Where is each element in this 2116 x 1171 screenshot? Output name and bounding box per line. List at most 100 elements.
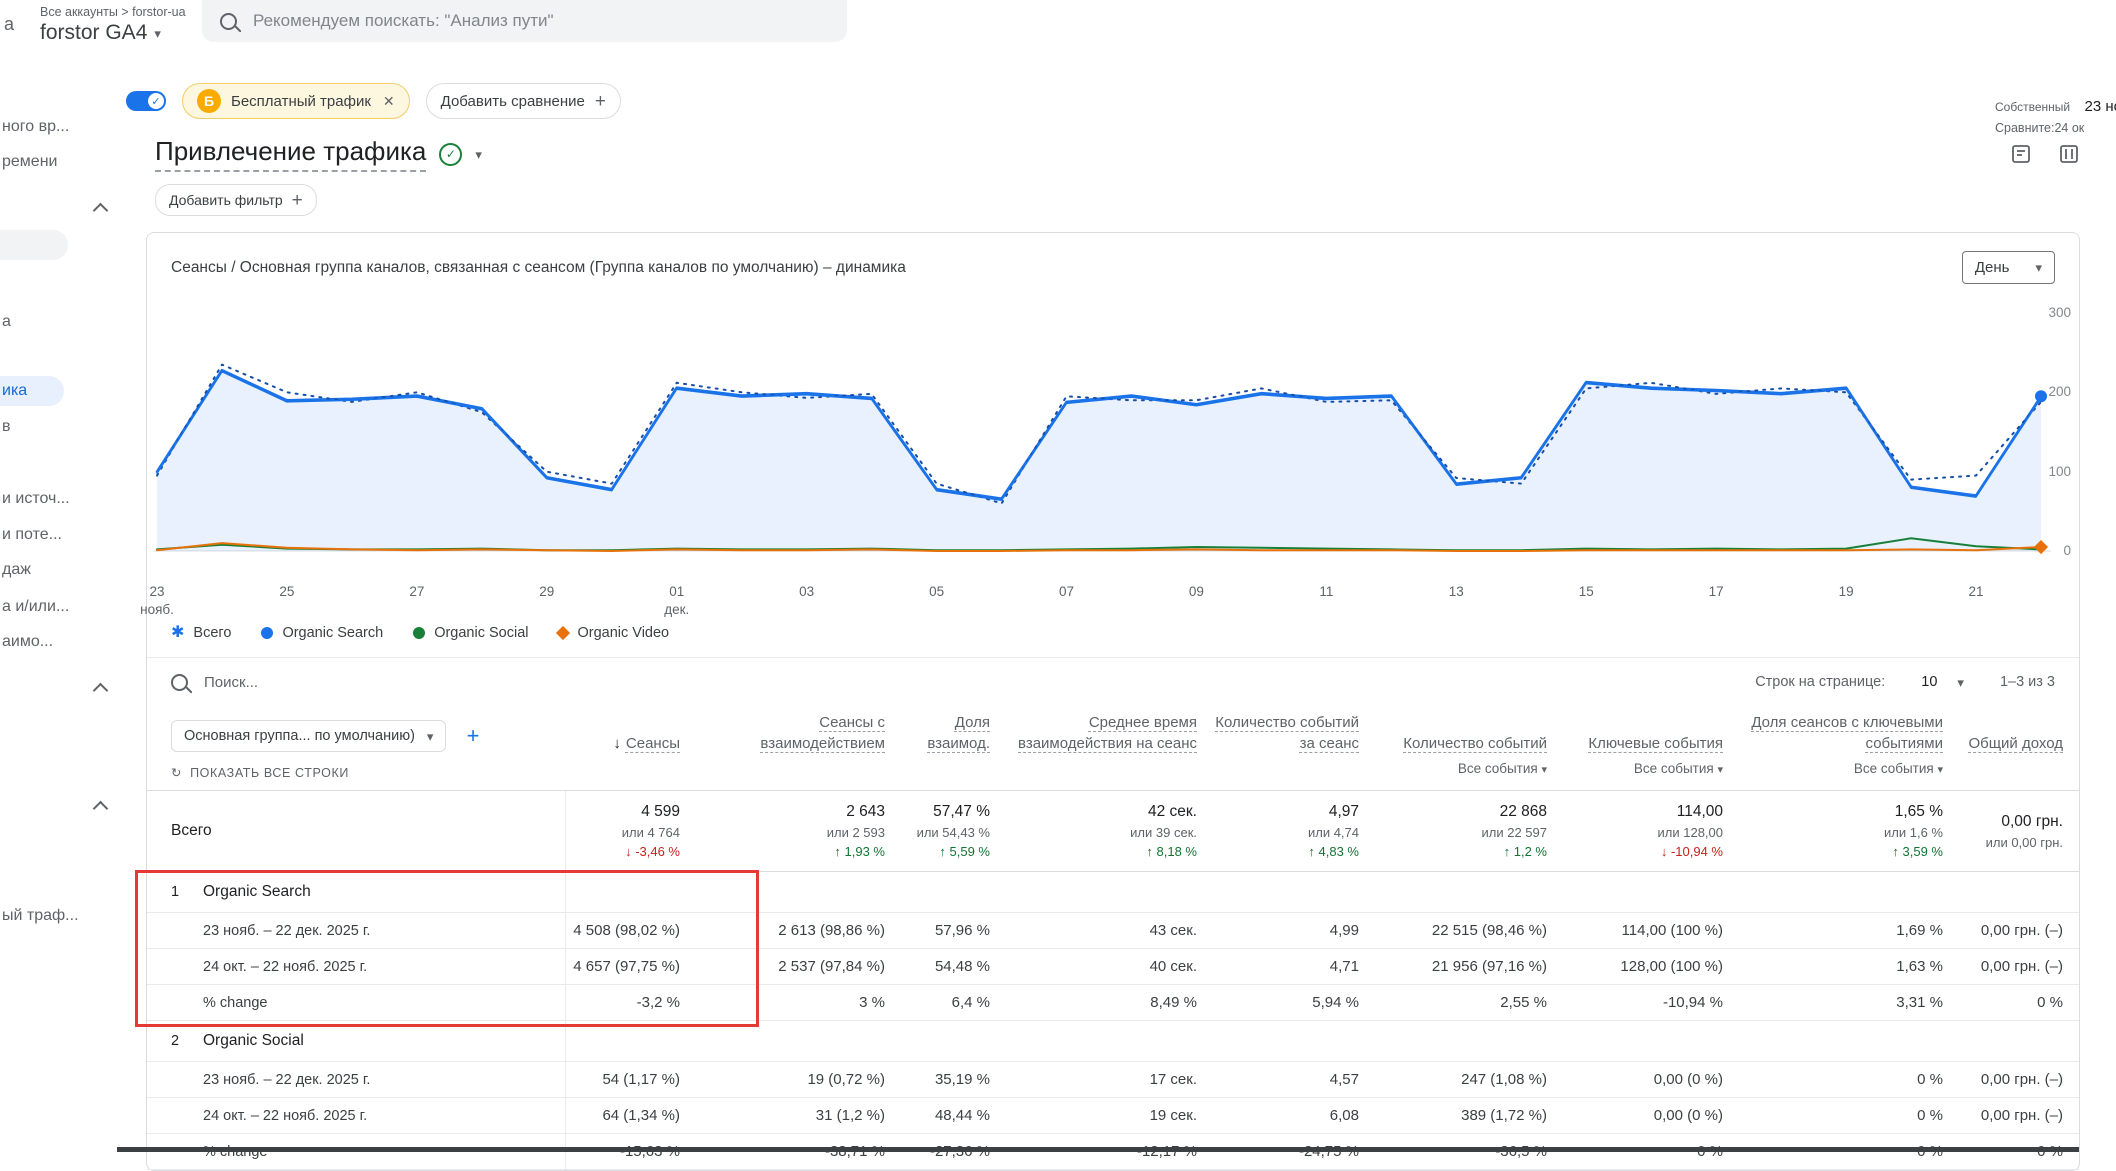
add-dimension-button[interactable]: + <box>467 723 480 748</box>
group-row-organic-search[interactable]: 1Organic Search <box>147 872 2079 913</box>
table-row[interactable]: 23 нояб. – 22 дек. 2025 г.4 508 (98,02 %… <box>147 913 2079 949</box>
sidebar-item[interactable]: даж <box>0 555 116 585</box>
sidebar-collapse-chevron[interactable] <box>0 673 116 703</box>
table-row[interactable]: 24 окт. – 22 нояб. 2025 г.4 657 (97,75 %… <box>147 949 2079 985</box>
segment-badge: Б <box>197 89 221 113</box>
column-header[interactable]: Количество событий Все события ▾ <box>1375 706 1563 791</box>
x-axis-tick: 13 <box>1449 583 1464 601</box>
comparison-toggle[interactable]: ✓ <box>126 91 166 111</box>
metric-cell: 54 (1,17 %) <box>565 1062 696 1098</box>
table-row[interactable]: 24 окт. – 22 нояб. 2025 г.64 (1,34 %)31 … <box>147 1098 2079 1134</box>
insights-icon[interactable] <box>2010 143 2032 165</box>
global-search-bar[interactable] <box>202 0 847 42</box>
close-icon[interactable]: ✕ <box>383 93 395 110</box>
metric-cell: 54,48 % <box>901 949 1006 985</box>
caret-down-icon: ▾ <box>1937 764 1943 776</box>
table-row[interactable]: % change-3,2 %3 %6,4 %8,49 %5,94 %2,55 %… <box>147 985 2079 1021</box>
legend-asterisk-icon: ✱ <box>171 625 184 641</box>
sort-desc-icon: ↓ <box>613 735 621 752</box>
column-label: Доля сеансов с ключевыми событиями <box>1751 714 1943 752</box>
sidebar-item[interactable]: ремени <box>0 147 116 177</box>
sidebar-item[interactable]: ного вр... <box>0 112 116 142</box>
x-axis-tick: 17 <box>1709 583 1724 601</box>
show-all-rows-button[interactable]: ↻ ПОКАЗАТЬ ВСЕ СТРОКИ <box>171 765 549 780</box>
sidebar-item[interactable]: а и/или... <box>0 592 116 622</box>
events-filter-dropdown[interactable]: Все события ▾ <box>1634 761 1723 776</box>
x-axis-tick: 11 <box>1319 583 1333 601</box>
customize-report-icon[interactable] <box>2058 143 2080 165</box>
dimension-column-header: Основная группа... по умолчанию) ▾ + ↻ П… <box>147 706 565 791</box>
sidebar-item[interactable]: аимо... <box>0 627 116 657</box>
column-header[interactable]: Сеансы с взаимодействием <box>696 706 901 791</box>
breadcrumb[interactable]: Все аккаунты > forstor-ua <box>40 5 186 19</box>
sidebar-item[interactable]: а <box>0 307 116 337</box>
x-axis-tick: 25 <box>279 583 294 601</box>
column-label: Общий доход <box>1968 735 2063 752</box>
row-period-label: 23 нояб. – 22 дек. 2025 г. <box>147 913 565 949</box>
metric-cell: 0,00 грн. (–) <box>1959 949 2079 985</box>
legend-item-organic-search[interactable]: Organic Search <box>261 625 383 641</box>
group-row-organic-social[interactable]: 2Organic Social <box>147 1021 2079 1062</box>
column-label: Количество событий <box>1403 735 1547 752</box>
metric-cell: 35,19 % <box>901 1062 1006 1098</box>
legend-item-organic-video[interactable]: Organic Video <box>558 625 669 641</box>
table-row[interactable]: 23 нояб. – 22 дек. 2025 г.54 (1,17 %)19 … <box>147 1062 2079 1098</box>
date-range-display[interactable]: Собственный 23 нояб Сравните:24 ок <box>1995 98 2116 135</box>
legend-item-всего[interactable]: ✱Всего <box>171 625 231 641</box>
data-table: Основная группа... по умолчанию) ▾ + ↻ П… <box>147 706 2079 1170</box>
account-switcher[interactable]: forstor GA4 ▾ <box>40 21 186 45</box>
sidebar-item-active[interactable]: ика <box>0 376 64 406</box>
add-comparison-button[interactable]: Добавить сравнение + <box>426 83 621 119</box>
sidebar-item-pill[interactable] <box>0 230 68 260</box>
column-header[interactable]: Общий доход <box>1959 706 2079 791</box>
table-row-totals: Всего4 599или 4 764↓ -3,46 %2 643или 2 5… <box>147 791 2079 872</box>
metric-cell: 57,96 % <box>901 913 1006 949</box>
column-header[interactable]: Среднее время взаимодействия на сеанс <box>1006 706 1213 791</box>
x-axis-tick: 03 <box>799 583 814 601</box>
x-axis-tick: 09 <box>1189 583 1204 601</box>
granularity-select[interactable]: День ▾ <box>1962 251 2055 284</box>
sidebar-item[interactable]: в <box>0 412 116 442</box>
report-check-icon: ✓ <box>439 143 462 166</box>
comparison-controls-row: ✓ Б Бесплатный трафик ✕ Добавить сравнен… <box>116 82 2116 120</box>
segment-chip-free-traffic[interactable]: Б Бесплатный трафик ✕ <box>182 83 410 119</box>
column-header[interactable]: Количество событий за сеанс <box>1213 706 1375 791</box>
x-axis-tick: 05 <box>929 583 944 601</box>
row-period-label: 23 нояб. – 22 дек. 2025 г. <box>147 1062 565 1098</box>
events-filter-dropdown[interactable]: Все события ▾ <box>1458 761 1547 776</box>
totals-metric: 22 868или 22 597↑ 1,2 % <box>1375 791 1563 872</box>
sidebar-collapse-chevron[interactable] <box>0 193 116 223</box>
sidebar-item[interactable]: и источ... <box>0 484 116 514</box>
search-icon <box>220 13 237 30</box>
page-title[interactable]: Привлечение трафика <box>155 136 426 172</box>
sidebar-item[interactable]: ый траф... <box>0 901 116 931</box>
metric-cell: 0 % <box>1739 1062 1959 1098</box>
caret-down-icon: ▾ <box>2035 261 2042 274</box>
column-header[interactable]: Ключевые событияВсе события ▾ <box>1563 706 1739 791</box>
line-chart: 0100200300 <box>147 299 2079 579</box>
sidebar-collapse-chevron[interactable] <box>0 791 116 821</box>
events-filter-dropdown[interactable]: Все события ▾ <box>1854 761 1943 776</box>
table-search-input[interactable] <box>202 673 526 692</box>
metric-cell: 31 (1,2 %) <box>696 1098 901 1134</box>
global-search-input[interactable] <box>251 10 829 32</box>
caret-down-icon[interactable]: ▾ <box>475 148 482 161</box>
top-app-bar: а Все аккаунты > forstor-ua forstor GA4 … <box>0 0 2116 56</box>
metric-cell: 247 (1,08 %) <box>1375 1062 1563 1098</box>
metric-cell: 48,44 % <box>901 1098 1006 1134</box>
column-header[interactable]: Доля взаимод. <box>901 706 1006 791</box>
column-label: Количество событий за сеанс <box>1215 714 1359 752</box>
column-header[interactable]: ↓Сеансы <box>565 706 696 791</box>
caret-down-icon: ▾ <box>1717 764 1723 776</box>
table-search[interactable] <box>171 673 1755 692</box>
bottom-edge-bar[interactable] <box>117 1147 2079 1152</box>
column-header[interactable]: Доля сеансов с ключевыми событиями Все со… <box>1739 706 1959 791</box>
sidebar-item[interactable]: и поте... <box>0 520 116 550</box>
row-period-label: % change <box>147 985 565 1021</box>
add-filter-button[interactable]: Добавить фильтр + <box>155 184 317 216</box>
rows-per-page-select[interactable]: 10 ▾ <box>1921 674 1964 690</box>
search-icon <box>171 674 188 691</box>
group-metrics-empty <box>565 1021 2079 1062</box>
dimension-dropdown[interactable]: Основная группа... по умолчанию) ▾ <box>171 720 446 752</box>
legend-item-organic-social[interactable]: Organic Social <box>413 625 528 641</box>
